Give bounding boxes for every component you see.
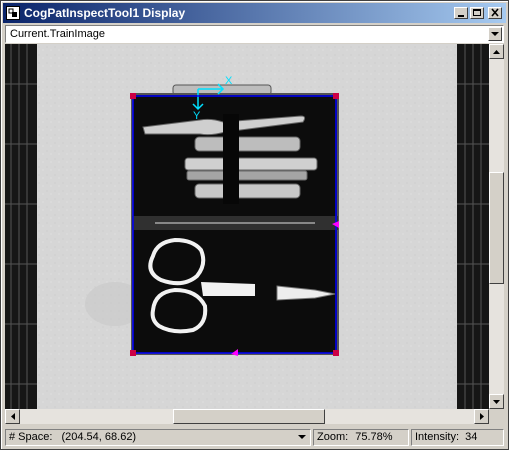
image-selector-value: Current.TrainImage (10, 28, 105, 40)
chevron-down-icon (491, 31, 499, 36)
scroll-left-button[interactable] (5, 409, 20, 424)
zoom-value: 75.78% (355, 431, 393, 443)
image-display[interactable]: X Y (5, 44, 489, 409)
scroll-right-button[interactable] (474, 409, 489, 424)
arrow-down-icon (493, 399, 500, 404)
intensity-label: Intensity: (415, 431, 460, 443)
y-axis-label: Y (193, 110, 201, 122)
zoom-pane: Zoom: 75.78% (313, 429, 409, 446)
display-window: CogPatInspectTool1 Display Current.Train… (0, 0, 509, 450)
scroll-up-button[interactable] (489, 44, 504, 59)
horizontal-scrollbar[interactable] (5, 409, 489, 424)
region-handle-bottom-right[interactable] (333, 350, 339, 356)
window-title: CogPatInspectTool1 Display (24, 6, 186, 20)
scroll-down-button[interactable] (489, 394, 504, 409)
space-dropdown-icon[interactable] (298, 435, 306, 440)
intensity-value: 34 (465, 431, 478, 443)
region-handle-top-left[interactable] (130, 93, 136, 99)
maximize-button[interactable] (470, 7, 484, 19)
scrollbar-corner (489, 409, 504, 424)
x-axis-label: X (225, 75, 233, 87)
close-button[interactable] (488, 7, 502, 19)
horizontal-scroll-thumb[interactable] (173, 409, 325, 424)
vertical-scrollbar[interactable] (489, 44, 504, 409)
display-window-icon[interactable] (6, 6, 20, 20)
zoom-label: Zoom: (317, 431, 349, 443)
region-handle-top-right[interactable] (333, 93, 339, 99)
close-icon (491, 8, 499, 17)
image-selector-dropdown[interactable]: Current.TrainImage (5, 25, 504, 43)
minimize-button[interactable] (454, 7, 468, 19)
minimize-icon (458, 15, 464, 17)
space-pane[interactable]: # Space: (204.54, 68.62) (5, 429, 311, 446)
dropdown-button[interactable] (488, 27, 502, 41)
title-bar[interactable]: CogPatInspectTool1 Display (3, 3, 506, 23)
space-label: # Space: (9, 431, 53, 443)
status-bar: # Space: (204.54, 68.62) Zoom: 75.78% In… (3, 427, 506, 447)
maximize-icon (473, 9, 481, 16)
arrow-left-icon (10, 413, 15, 420)
vertical-scroll-thumb[interactable] (489, 172, 504, 284)
intensity-pane: Intensity: 34 (411, 429, 504, 446)
arrow-up-icon (493, 49, 500, 54)
space-value: (204.54, 68.62) (61, 431, 137, 443)
train-image[interactable]: X Y (5, 44, 489, 409)
arrow-right-icon (479, 413, 484, 420)
region-handle-bottom-left[interactable] (130, 350, 136, 356)
